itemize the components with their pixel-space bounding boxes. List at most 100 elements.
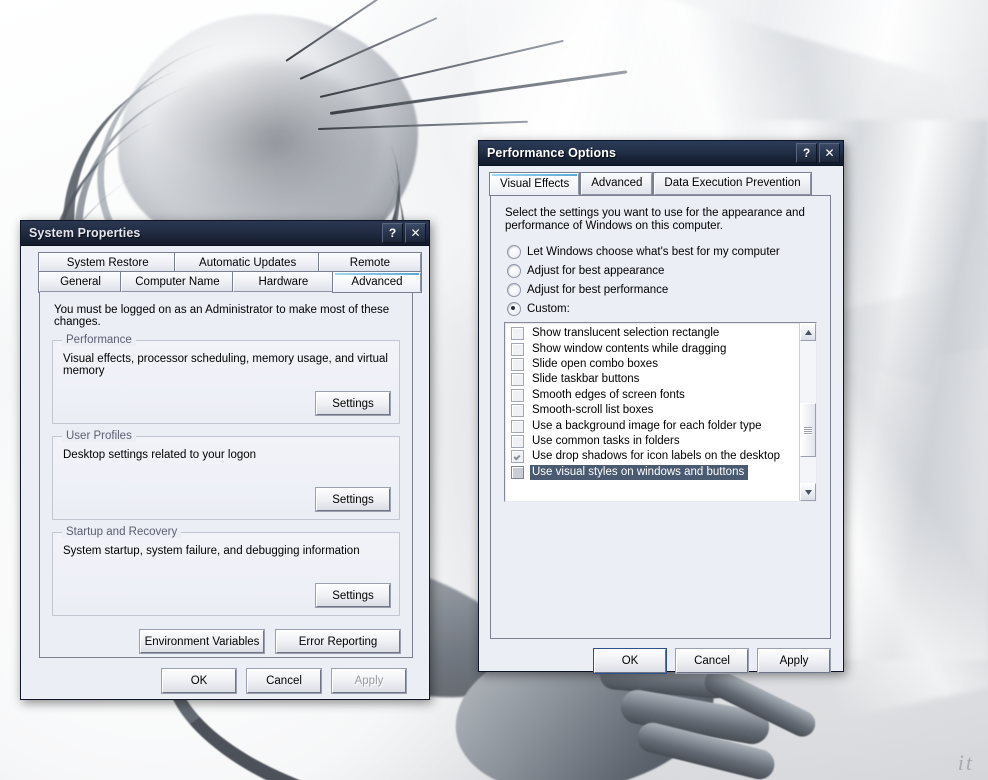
system-properties-footer: OK Cancel Apply (29, 669, 421, 693)
close-glyph: ✕ (824, 146, 835, 160)
advanced-tab-panel: You must be logged on as an Administrato… (39, 292, 413, 658)
list-item[interactable]: Smooth edges of screen fonts (509, 388, 799, 403)
close-icon[interactable]: ✕ (405, 223, 426, 243)
button-label: Settings (332, 397, 374, 410)
list-item-label: Slide taskbar buttons (532, 373, 640, 386)
list-item[interactable]: Show translucent selection rectangle (509, 326, 799, 341)
tab-label: Advanced (351, 276, 403, 288)
list-item[interactable]: Smooth-scroll list boxes (509, 403, 799, 418)
help-icon[interactable]: ? (796, 143, 817, 163)
apply-button: Apply (332, 669, 406, 693)
performance-options-titlebar-buttons: ? ✕ (796, 143, 840, 163)
listbox-scrollbar[interactable] (799, 323, 816, 501)
startup-recovery-settings-button[interactable]: Settings (316, 584, 390, 607)
scrollbar-grip-icon (804, 426, 812, 434)
radio-custom[interactable]: Custom: (507, 302, 817, 316)
radio-icon (507, 302, 521, 316)
scroll-down-arrow-icon[interactable] (800, 483, 816, 501)
tab-remote[interactable]: Remote (318, 253, 421, 273)
radio-best-performance[interactable]: Adjust for best performance (507, 283, 817, 297)
environment-variables-button[interactable]: Environment Variables (140, 630, 264, 653)
scrollbar-thumb[interactable] (800, 403, 816, 457)
performance-settings-button[interactable]: Settings (316, 392, 390, 415)
visual-effects-listbox[interactable]: Show translucent selection rectangle Sho… (504, 322, 817, 502)
chevron-up-icon (804, 329, 812, 335)
checkbox-icon[interactable] (511, 404, 524, 418)
checkbox-icon[interactable] (511, 342, 524, 356)
tab-label: Advanced (591, 177, 643, 189)
tab-computer-name[interactable]: Computer Name (121, 272, 234, 292)
checkbox-icon[interactable] (511, 434, 524, 448)
cancel-button[interactable]: Cancel (676, 649, 748, 673)
list-item[interactable]: Use common tasks in folders (509, 434, 799, 449)
list-item-label: Use common tasks in folders (532, 434, 680, 447)
checkbox-icon[interactable] (511, 327, 524, 341)
list-item[interactable]: Slide taskbar buttons (509, 372, 799, 387)
radio-icon (507, 245, 521, 259)
tab-visual-effects[interactable]: Visual Effects (490, 173, 580, 195)
button-label: Error Reporting (298, 635, 378, 648)
button-label: Environment Variables (144, 635, 260, 648)
user-profiles-settings-button[interactable]: Settings (316, 488, 390, 511)
checkbox-icon[interactable] (511, 373, 524, 387)
close-icon[interactable]: ✕ (819, 143, 840, 163)
tab-advanced[interactable]: Advanced (332, 272, 422, 292)
performance-options-titlebar[interactable]: Performance Options ? ✕ (479, 141, 843, 166)
radio-best-appearance[interactable]: Adjust for best appearance (507, 264, 817, 278)
visual-effects-list-items: Show translucent selection rectangle Sho… (505, 323, 799, 501)
list-item-label: Smooth-scroll list boxes (532, 404, 654, 417)
cancel-button[interactable]: Cancel (247, 669, 321, 693)
system-properties-body: System Restore Automatic Updates Remote … (21, 246, 429, 701)
checkbox-icon[interactable] (511, 465, 524, 479)
system-properties-tabs-row1: System Restore Automatic Updates Remote (39, 253, 421, 273)
advanced-extra-buttons: Environment Variables Error Reporting (52, 630, 400, 653)
button-label: Settings (332, 589, 374, 602)
ok-button[interactable]: OK (162, 669, 236, 693)
list-item[interactable]: Use drop shadows for icon labels on the … (509, 449, 799, 464)
tab-label: Remote (349, 257, 391, 269)
scrollbar-track[interactable] (800, 341, 816, 483)
radio-label: Let Windows choose what's best for my co… (527, 246, 780, 258)
system-properties-titlebar[interactable]: System Properties ? ✕ (21, 221, 429, 246)
help-icon[interactable]: ? (382, 223, 403, 243)
list-item[interactable]: Show window contents while dragging (509, 341, 799, 356)
tab-advanced[interactable]: Advanced (581, 173, 653, 195)
performance-group-description: Visual effects, processor scheduling, me… (63, 353, 388, 377)
close-glyph: ✕ (410, 226, 421, 240)
radio-let-windows-choose[interactable]: Let Windows choose what's best for my co… (507, 245, 817, 259)
visual-effects-intro-line2: performance of Windows on this computer. (505, 220, 723, 232)
apply-button[interactable]: Apply (758, 649, 830, 673)
error-reporting-button[interactable]: Error Reporting (276, 630, 400, 653)
button-label: Apply (779, 655, 809, 667)
checkbox-icon[interactable] (511, 357, 524, 371)
help-glyph: ? (388, 226, 397, 240)
ok-button[interactable]: OK (594, 649, 666, 673)
button-label: OK (621, 655, 639, 667)
scroll-up-arrow-icon[interactable] (800, 323, 816, 341)
performance-group: Performance Visual effects, processor sc… (52, 334, 400, 424)
chevron-down-icon (804, 489, 812, 495)
checkbox-icon[interactable] (511, 419, 524, 433)
radio-icon (507, 283, 521, 297)
tab-automatic-updates[interactable]: Automatic Updates (175, 253, 320, 273)
list-item[interactable]: Slide open combo boxes (509, 357, 799, 372)
performance-options-window: Performance Options ? ✕ Visual Effects A… (478, 140, 844, 673)
checkbox-icon[interactable] (511, 388, 524, 402)
list-item-label: Smooth edges of screen fonts (532, 388, 685, 401)
tab-data-execution-prevention[interactable]: Data Execution Prevention (654, 173, 811, 195)
performance-options-title: Performance Options (487, 146, 617, 160)
tab-general[interactable]: General (39, 272, 123, 292)
tab-hardware[interactable]: Hardware (232, 272, 334, 292)
tab-system-restore[interactable]: System Restore (39, 253, 177, 273)
list-item[interactable]: Use a background image for each folder t… (509, 418, 799, 433)
button-label: OK (190, 675, 208, 687)
checkbox-icon[interactable] (511, 450, 524, 464)
tab-label: Automatic Updates (199, 257, 297, 269)
list-item-selected[interactable]: Use visual styles on windows and buttons (509, 464, 799, 480)
button-label: Apply (354, 675, 384, 687)
button-label: Cancel (694, 655, 730, 667)
system-properties-tabs-row2: General Computer Name Hardware Advanced (39, 272, 422, 292)
visual-effects-panel: Select the settings you want to use for … (490, 195, 831, 639)
radio-label: Adjust for best appearance (527, 265, 665, 277)
tab-label: General (60, 276, 101, 288)
